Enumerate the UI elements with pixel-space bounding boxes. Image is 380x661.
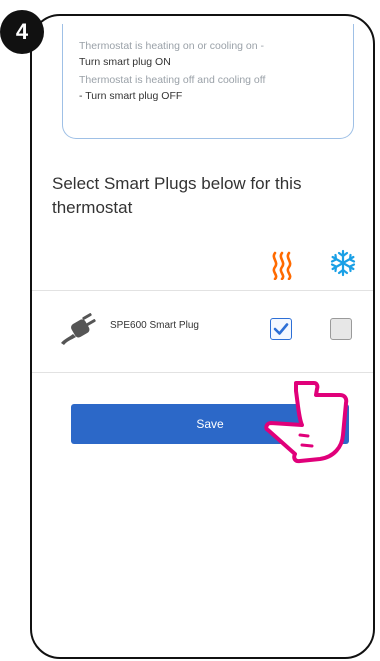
heating-waves-icon xyxy=(272,251,292,280)
plug-name: SPE600 Smart Plug xyxy=(110,320,199,331)
info-box: Thermostat is heating on or cooling on -… xyxy=(62,24,354,139)
info-heating-on: Thermostat is heating on or cooling on -… xyxy=(79,38,341,70)
cooling-checkbox[interactable] xyxy=(330,318,352,340)
step-number-badge: 4 xyxy=(0,10,44,54)
select-instruction: Select Smart Plugs below for this thermo… xyxy=(52,174,302,217)
checkmark-icon xyxy=(273,323,289,335)
pointing-hand-icon xyxy=(264,381,349,464)
divider-bottom xyxy=(32,372,373,373)
info-heating-off: Thermostat is heating off and cooling of… xyxy=(79,72,341,104)
divider-top xyxy=(32,290,373,291)
snowflake-icon xyxy=(330,249,356,277)
info-condition-off: Thermostat is heating off and cooling of… xyxy=(79,74,266,86)
info-action-off: - Turn smart plug OFF xyxy=(79,90,183,102)
info-action-on: Turn smart plug ON xyxy=(79,56,171,68)
heating-checkbox[interactable] xyxy=(270,318,292,340)
plug-icon xyxy=(61,313,96,345)
info-condition-on: Thermostat is heating on or cooling on - xyxy=(79,40,265,52)
